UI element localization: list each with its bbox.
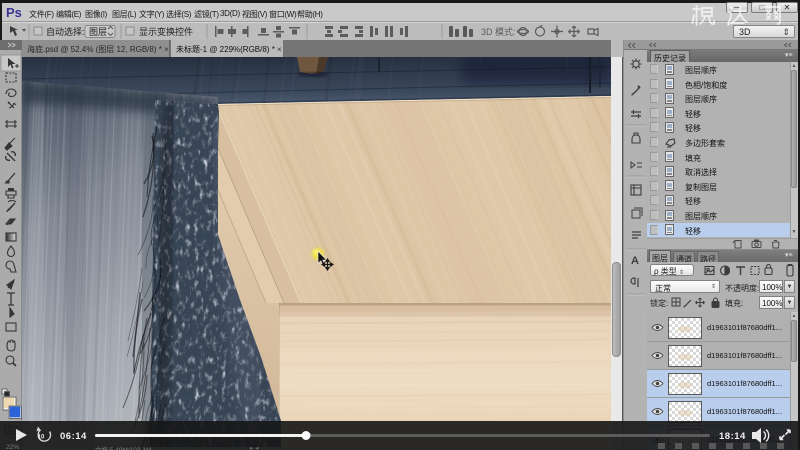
svg-text:图层: 图层 <box>89 27 107 37</box>
svg-text:显示变换控件: 显示变换控件 <box>139 26 193 37</box>
svg-text:自动选择:: 自动选择: <box>46 26 85 37</box>
svg-text:3D 模式:: 3D 模式: <box>481 26 516 37</box>
svg-text:18:14: 18:14 <box>719 431 746 442</box>
svg-text:A: A <box>631 255 639 267</box>
svg-text:10: 10 <box>38 435 45 441</box>
svg-text:06:14: 06:14 <box>60 431 87 442</box>
